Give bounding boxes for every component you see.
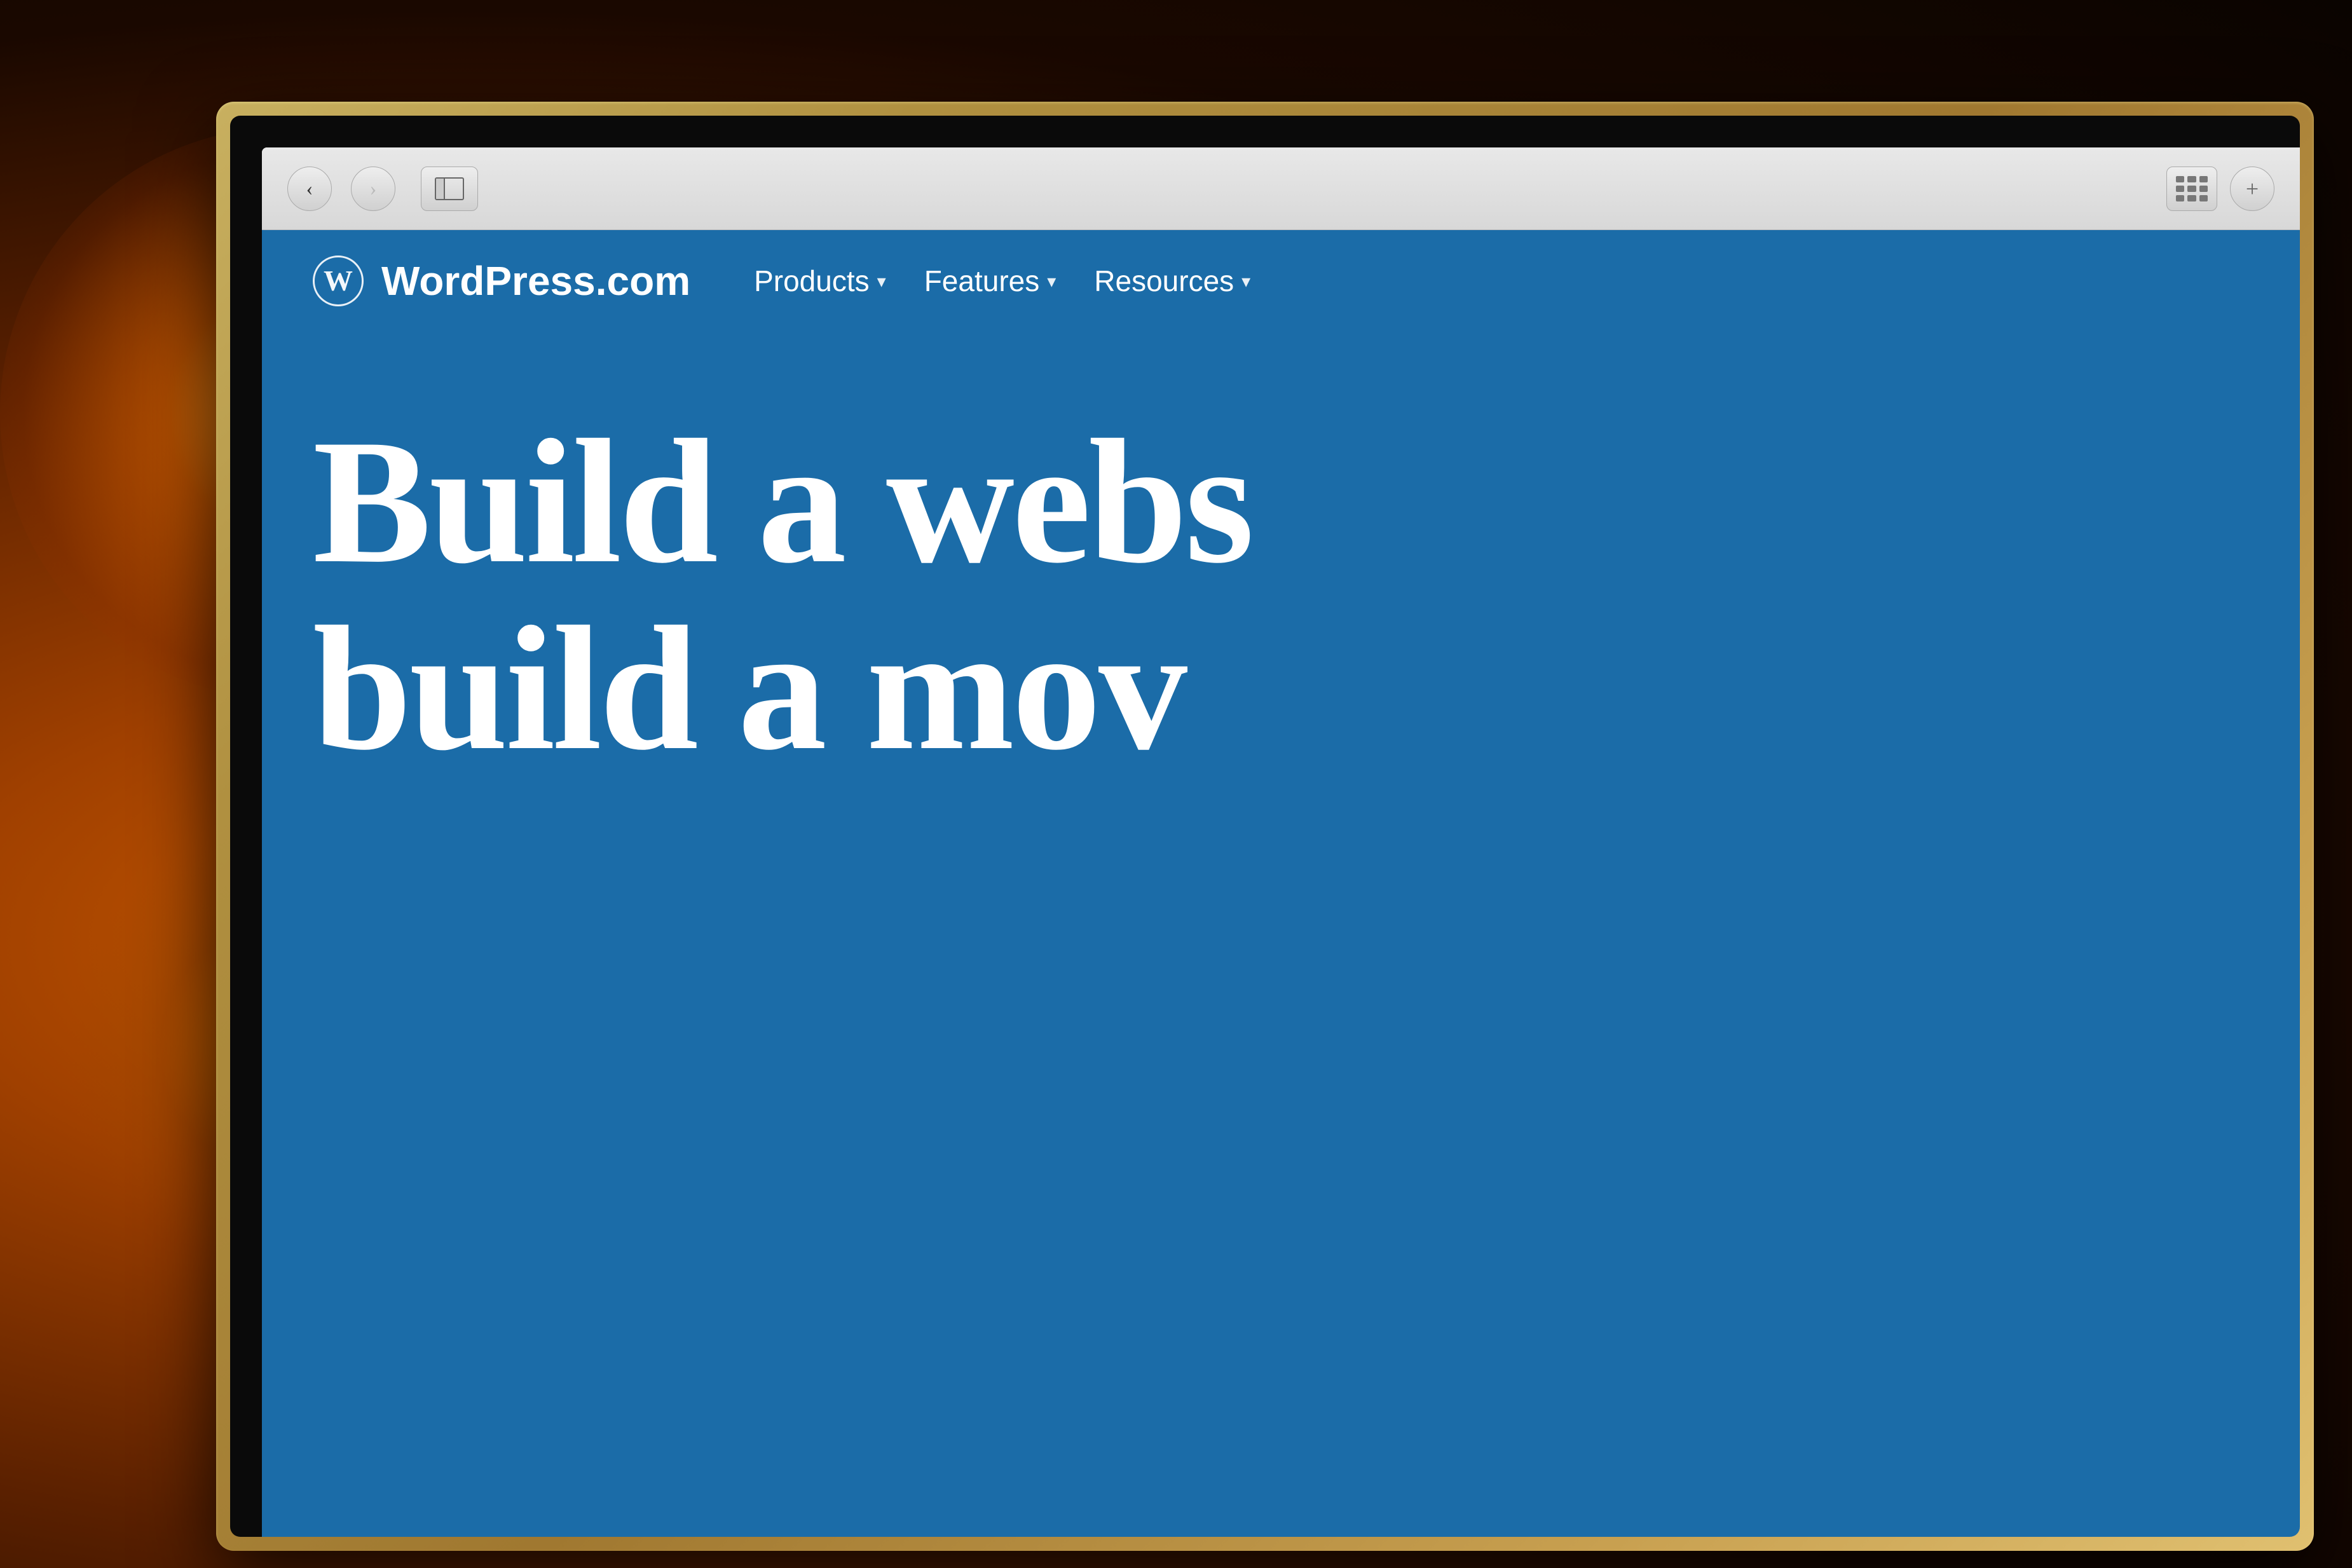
hero-headline-line2: build a mov: [313, 595, 2249, 782]
plus-icon: +: [2246, 175, 2259, 202]
forward-icon: ›: [370, 177, 377, 200]
grid-dot: [2199, 195, 2208, 201]
nav-features-label: Features: [924, 264, 1040, 298]
wordpress-hero: Build a webs build a mov: [262, 332, 2300, 782]
grid-dot: [2187, 176, 2196, 182]
grid-dot: [2176, 186, 2184, 192]
sidebar-toggle-button[interactable]: [421, 167, 478, 211]
grid-dot: [2199, 176, 2208, 182]
nav-item-products[interactable]: Products ▾: [754, 264, 886, 298]
laptop-inner-bezel: ‹ ›: [230, 116, 2300, 1537]
nav-resources-chevron: ▾: [1241, 271, 1250, 292]
grid-view-button[interactable]: [2166, 167, 2217, 211]
wordpress-logo[interactable]: W WordPress.com: [313, 256, 690, 306]
nav-resources-label: Resources: [1094, 264, 1234, 298]
nav-products-chevron: ▾: [877, 271, 886, 292]
nav-item-resources[interactable]: Resources ▾: [1094, 264, 1250, 298]
nav-item-features[interactable]: Features ▾: [924, 264, 1056, 298]
wordpress-logo-circle: W: [313, 256, 364, 306]
sidebar-toggle-icon: [435, 177, 464, 200]
back-icon: ‹: [306, 177, 313, 200]
grid-dot: [2187, 186, 2196, 192]
new-tab-button[interactable]: +: [2230, 167, 2274, 211]
browser-right-controls: +: [2166, 167, 2274, 211]
forward-button[interactable]: ›: [351, 167, 395, 211]
wordpress-navbar: W WordPress.com Products ▾ Features ▾: [262, 230, 2300, 332]
wordpress-logo-letter: W: [324, 266, 353, 296]
grid-dot: [2176, 195, 2184, 201]
grid-dot: [2176, 176, 2184, 182]
laptop-screen: ‹ ›: [262, 147, 2300, 1537]
wordpress-nav-items: Products ▾ Features ▾ Resources ▾: [754, 264, 1250, 298]
browser-chrome: ‹ ›: [262, 147, 2300, 230]
website-content: W WordPress.com Products ▾ Features ▾: [262, 230, 2300, 1537]
grid-dot: [2187, 195, 2196, 201]
nav-features-chevron: ▾: [1047, 271, 1056, 292]
grid-dot: [2199, 186, 2208, 192]
hero-headline-line1: Build a webs: [313, 408, 2249, 595]
back-button[interactable]: ‹: [287, 167, 332, 211]
nav-products-label: Products: [754, 264, 870, 298]
laptop-device: ‹ ›: [216, 102, 2314, 1551]
wordpress-site-name: WordPress.com: [381, 257, 690, 304]
